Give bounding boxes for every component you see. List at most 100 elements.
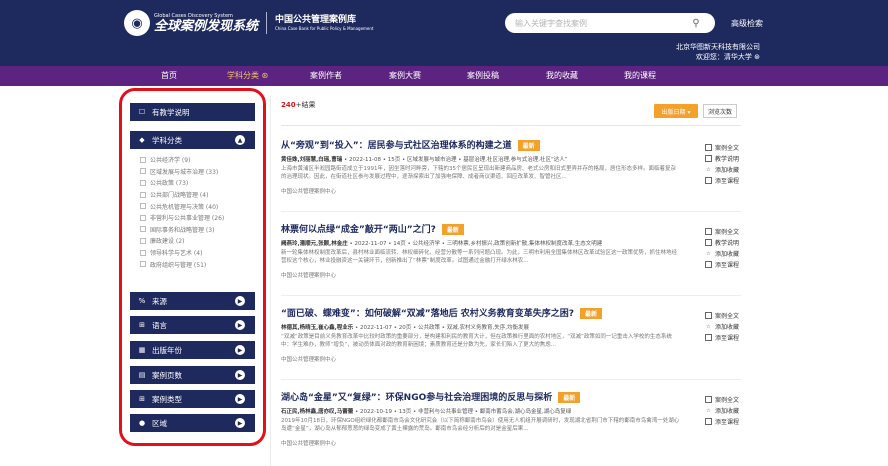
fulltext-button[interactable]: 案例全文 [705,142,739,153]
results-top-line [281,125,741,126]
fulltext-button[interactable]: 案例全文 [705,394,739,405]
chevron-right-icon: ▶ [235,296,245,306]
star-icon: ☆ [706,323,711,330]
action-label: 添至课程 [715,419,740,426]
article-title-text[interactable]: 湖心岛“金星”又“复绿”：环保NGO参与社会治理困境的反思与探析 [281,393,552,403]
article-divider [281,211,741,212]
article-title[interactable]: “面已破、蝶难变”：如何破解“双减”落地后 农村义务教育变革失序之困? 最新 [281,306,741,319]
favorite-button[interactable]: ☆ 添加收藏 [705,405,739,416]
nav-favorites[interactable]: 我的收藏 [546,66,578,86]
subject-item[interactable]: 政府组织与管理 (51) [130,258,255,270]
checkbox[interactable] [140,179,146,186]
notes-icon [705,155,712,162]
document-icon [705,396,712,403]
article-authors[interactable]: 石正民,杨林鑫,唐亦叹,马蕾蕾 [281,409,353,415]
favorite-button[interactable]: ☆ 添加收藏 [705,164,739,175]
subject-item-label: 廉政建设 (2) [150,238,185,246]
add-course-button[interactable]: 添至课程 [705,175,739,186]
subject-item-label: 政府组织与管理 (51) [150,261,207,269]
subject-item[interactable]: 公共部门战略管理 (4) [130,189,255,201]
filter-label: 区域 [152,418,167,428]
action-label: 添至课程 [715,335,740,342]
subject-item[interactable]: 区域发展与城市治理 (33) [130,166,255,178]
subject-item[interactable]: 公共危机管理与决策 (40) [130,200,255,212]
result-suffix: +结果 [295,101,316,109]
subject-item[interactable]: 国际事务和战略管理 (3) [130,224,255,236]
filter-label: 出版年份 [152,345,182,355]
nav-home[interactable]: 首页 [161,66,177,86]
filter-type[interactable]: ⊞ 案例类型 ▶ [130,390,255,408]
checkbox[interactable] [140,191,146,198]
article-authors[interactable]: 林德其,杨晴玉,崔心鑫,程业乐 [281,325,353,331]
subject-item[interactable]: 廉政建设 (2) [130,235,255,247]
filter-source[interactable]: % 来源 ▶ [130,292,255,310]
welcome-user[interactable]: 欢迎您：清华大学 ⊛ [676,52,760,62]
favorite-button[interactable]: ☆ 添加收藏 [705,321,739,332]
fulltext-button[interactable]: 案例全文 [705,226,739,237]
teaching-notes-button[interactable]: 教学说明 [705,237,739,248]
article-authors[interactable]: 阙燕玲,潘顺元,张颢,林金庄 [281,241,348,247]
nav-courses[interactable]: 我的课程 [624,66,656,86]
nav-submit[interactable]: 案例投稿 [467,66,499,86]
document-icon: ▤ [138,371,146,379]
sort-by-date-button[interactable]: 出版日期 ▾ [654,104,698,118]
advanced-search-link[interactable]: 高级检索 [731,18,763,29]
filter-label: 有教学说明 [152,107,190,117]
filter-subject[interactable]: ◆ 学科分类 ▲ [130,131,255,149]
subject-item[interactable]: 领导科学与艺术 (4) [130,247,255,259]
article-title-text[interactable]: 林票何以点绿“成金”敲开“两山”之门? [281,225,436,235]
teaching-notes-button[interactable]: 教学说明 [705,153,739,164]
site-logo[interactable]: ◉ Global Cases Discovery System 全球案例发现系统… [124,10,374,36]
document-icon [705,228,712,235]
action-label: 教学说明 [715,240,740,247]
action-label: 添至课程 [715,262,740,269]
subject-item[interactable]: 非营利与公共事业管理 (26) [130,212,255,224]
article-item: 从“旁观”到“投入”：居民参与式社区治理体系的构建之道 最新 黄佳姝,刘丽慧,白瑶… [281,138,741,195]
search-icon[interactable]: ⚲ [689,16,703,30]
action-label: 案例全文 [715,397,740,404]
library-en: China Case Bank for Public Policy & Mana… [275,26,374,31]
checkbox[interactable] [140,249,146,256]
subject-item-label: 公共危机管理与决策 (40) [150,203,219,211]
article-title[interactable]: 湖心岛“金星”又“复绿”：环保NGO参与社会治理困境的反思与探析 最新 [281,390,741,403]
nav-subject[interactable]: 学科分类 ⊛ [227,66,268,86]
library-cn: 中国公共管理案例库 [275,15,357,25]
checkbox[interactable] [140,168,146,175]
article-title-text[interactable]: “面已破、蝶难变”：如何破解“双减”落地后 农村义务教育变革失序之困? [281,309,574,319]
article-title[interactable]: 从“旁观”到“投入”：居民参与式社区治理体系的构建之道 最新 [281,138,741,151]
checkbox-icon: ☐ [138,108,146,116]
article-source: 中国公共管理案例中心 [281,273,337,279]
location-pin-icon: ● [138,419,146,427]
sort-by-views-button[interactable]: 浏览次数 [703,104,737,118]
nav-authors[interactable]: 案例作者 [310,66,342,86]
checkbox[interactable] [140,203,146,210]
checkbox[interactable] [140,214,146,221]
article-authors[interactable]: 黄佳姝,刘丽慧,白瑶,曹瑞 [281,157,342,163]
search-input[interactable] [505,13,715,33]
filter-region[interactable]: ● 区域 ▶ [130,414,255,432]
chevron-right-icon: ▶ [235,370,245,380]
article-item: “面已破、蝶难变”：如何破解“双减”落地后 农村义务教育变革失序之困? 最新 林德… [281,306,741,363]
filter-language[interactable]: ⊞ 语言 ▶ [130,316,255,334]
add-course-button[interactable]: 添至课程 [705,332,739,343]
action-label: 添加收藏 [715,408,740,415]
filter-pages[interactable]: ▤ 案例页数 ▶ [130,366,255,384]
nav-contest[interactable]: 案例大赛 [389,66,421,86]
favorite-button[interactable]: ☆ 添加收藏 [705,248,739,259]
new-badge: 最新 [580,308,603,319]
checkbox[interactable] [140,261,146,268]
checkbox[interactable] [140,237,146,244]
subject-item-label: 非营利与公共事业管理 (26) [150,215,225,223]
checkbox[interactable] [140,156,146,163]
action-label: 案例全文 [715,145,740,152]
add-course-button[interactable]: 添至课程 [705,416,739,427]
add-course-button[interactable]: 添至课程 [705,259,739,270]
article-title-text[interactable]: 从“旁观”到“投入”：居民参与式社区治理体系的构建之道 [281,141,512,151]
subject-item[interactable]: 公共政策 (73) [130,177,255,189]
filter-teaching-notes[interactable]: ☐ 有教学说明 [130,103,255,121]
subject-item[interactable]: 公共经济学 (9) [130,154,255,166]
fulltext-button[interactable]: 案例全文 [705,310,739,321]
filter-year[interactable]: ▦ 出版年份 ▶ [130,341,255,359]
article-title[interactable]: 林票何以点绿“成金”敲开“两山”之门? 最新 [281,222,741,235]
checkbox[interactable] [140,226,146,233]
